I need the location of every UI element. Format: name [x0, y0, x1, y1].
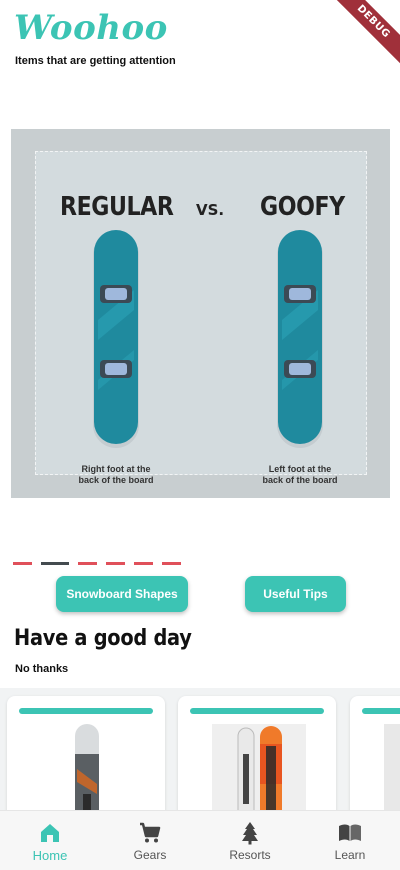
nav-item-learn[interactable]: Learn — [300, 811, 400, 870]
card-accent-bar — [190, 708, 324, 714]
nav-item-home[interactable]: Home — [0, 811, 100, 870]
snowboard-image — [384, 724, 400, 813]
nav-label-home: Home — [32, 848, 68, 863]
section-subtitle: Items that are getting attention — [15, 55, 176, 67]
snowboard-regular-illustration — [93, 230, 139, 448]
vs-label: VS. — [196, 201, 225, 219]
page-dot[interactable] — [78, 562, 97, 565]
page-dot[interactable] — [162, 562, 181, 565]
card-accent-bar — [362, 708, 400, 714]
nav-label-resorts: Resorts — [229, 848, 271, 862]
nav-label-learn: Learn — [334, 848, 366, 862]
gear-card[interactable] — [178, 696, 336, 813]
useful-tips-button[interactable]: Useful Tips — [245, 576, 346, 612]
goofy-caption: Left foot at the back of the board — [262, 464, 338, 485]
nav-label-gears: Gears — [133, 848, 167, 862]
page-dot-active[interactable] — [41, 562, 69, 565]
gear-card[interactable] — [350, 696, 400, 813]
home-icon — [41, 824, 59, 842]
snowboard-image — [75, 724, 99, 813]
tree-icon — [242, 822, 258, 845]
snowboard-goofy-illustration — [277, 230, 323, 448]
gear-cards-list[interactable] — [0, 688, 400, 813]
greeting-title: Have a good day — [14, 626, 192, 651]
page-dot[interactable] — [13, 562, 32, 565]
card-accent-bar — [19, 708, 153, 714]
image-carousel[interactable]: REGULAR VS. GOOFY Right foot at the back… — [11, 129, 390, 498]
page-dot[interactable] — [134, 562, 153, 565]
regular-caption: Right foot at the back of the board — [78, 464, 154, 485]
no-thanks-link[interactable]: No thanks — [15, 663, 68, 675]
snowboard-pair-image — [212, 724, 306, 813]
book-icon — [339, 824, 361, 841]
nav-item-gears[interactable]: Gears — [100, 811, 200, 870]
regular-title: REGULAR — [60, 192, 174, 222]
carousel-slide-regular-vs-goofy: REGULAR VS. GOOFY Right foot at the back… — [35, 151, 367, 485]
snowboard-shapes-button[interactable]: Snowboard Shapes — [56, 576, 188, 612]
carousel-page-indicator — [13, 562, 181, 565]
goofy-title: GOOFY — [260, 192, 345, 222]
nav-item-resorts[interactable]: Resorts — [200, 811, 300, 870]
debug-banner: DEBUG — [327, 0, 400, 68]
bottom-navigation: Home Gears Resorts Learn — [0, 810, 400, 870]
page-dot[interactable] — [106, 562, 125, 565]
app-logo: Woohoo — [14, 8, 168, 48]
cart-icon — [140, 822, 161, 843]
gear-card[interactable] — [7, 696, 165, 813]
